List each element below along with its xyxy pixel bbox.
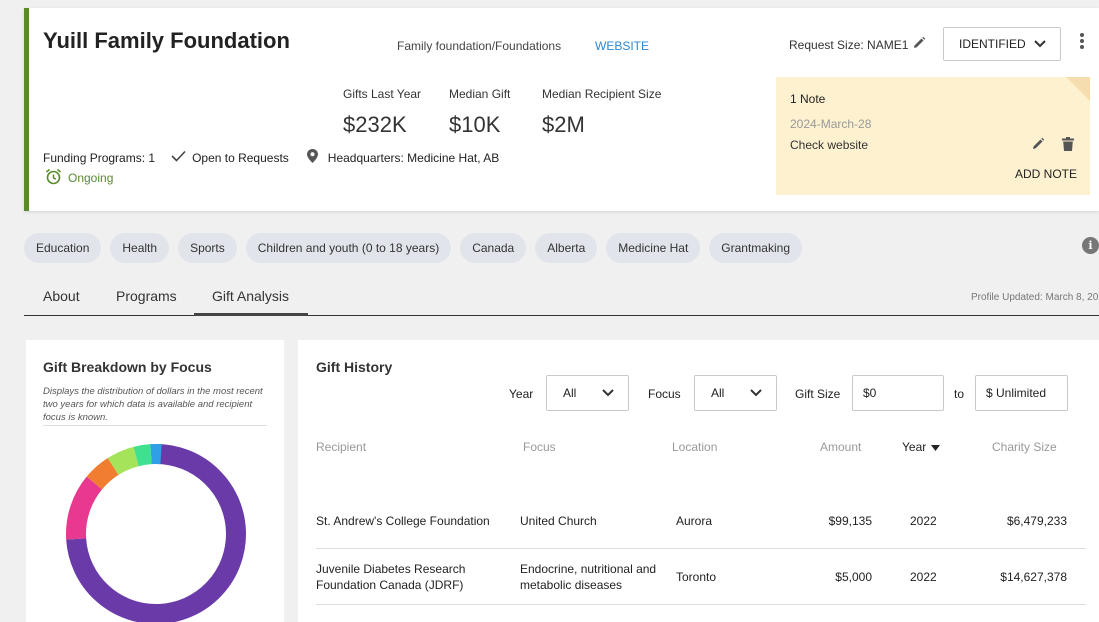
edit-request-size-icon[interactable] [912,36,926,55]
meta-row: Funding Programs: 1 Open to Requests Hea… [43,149,499,166]
stat-value-median-recipient-size: $2M [542,112,585,137]
chevron-down-icon [750,386,762,400]
note-fold [1066,77,1090,101]
open-to-requests: Open to Requests [192,150,289,165]
row-year: 2022 [910,570,937,584]
to-label: to [954,387,965,401]
profile-updated: Profile Updated: March 8, 2024 [971,292,1099,303]
row-location: Toronto [676,570,717,584]
status-select-value: IDENTIFIED [959,37,1026,51]
row-amount: $99,135 [828,514,872,528]
column-header-year-label: Year [902,440,927,454]
divider [43,425,267,426]
request-size: Request Size: NAME1 [789,38,909,52]
stat-label-median-gift: Median Gift [449,87,511,101]
tag-chip[interactable]: Alberta [535,233,598,263]
status-select[interactable]: IDENTIFIED [943,27,1061,61]
row-recipient[interactable]: Juvenile Diabetes Research Foundation Ca… [316,561,506,593]
headquarters: Headquarters: Medicine Hat, AB [327,150,500,165]
profile-tabs: About Programs Gift Analysis [24,276,1099,316]
row-focus: Endocrine, nutritional and metabolic dis… [520,562,657,592]
location-pin-icon [306,149,318,166]
column-header-focus[interactable]: Focus [523,440,556,454]
column-header-amount[interactable]: Amount [820,440,861,454]
note-card: 1 Note 2024-March-28 Check website ADD N… [776,77,1090,195]
column-header-year[interactable]: Year [902,440,941,454]
ongoing-status: Ongoing [45,168,113,188]
stat-value-gifts-last-year: $232K [343,112,407,137]
website-link[interactable]: WEBSITE [595,39,649,53]
year-filter-label: Year [509,387,534,401]
year-filter-value: All [563,386,577,400]
row-amount: $5,000 [835,570,872,584]
focus-filter-select[interactable]: All [694,375,777,411]
add-note-button[interactable]: ADD NOTE [1015,167,1077,181]
tag-chip[interactable]: Medicine Hat [606,233,701,263]
gift-breakdown-panel: Gift Breakdown by Focus Displays the dis… [26,340,284,622]
row-charity-size: $14,627,378 [1000,570,1067,584]
funding-programs: Funding Programs: 1 [43,150,156,165]
info-icon[interactable]: i [1082,237,1099,254]
note-date: 2024-March-28 [790,117,872,131]
gift-breakdown-donut [66,444,246,622]
tag-chip[interactable]: Canada [460,233,527,263]
trash-icon[interactable] [1062,137,1074,156]
gift-history-title: Gift History [316,359,393,375]
donut-segment-3[interactable] [107,446,139,476]
breakdown-title: Gift Breakdown by Focus [43,359,212,375]
year-filter-select[interactable]: All [546,375,629,411]
donut-segment-4[interactable] [133,444,152,467]
ongoing-label: Ongoing [68,171,114,185]
breakdown-description: Displays the distribution of dollars in … [43,386,263,423]
org-type: Family foundation/Foundations [397,39,562,53]
row-divider [316,548,1086,549]
column-header-charity-size[interactable]: Charity Size [992,440,1057,454]
focus-tags: Education Health Sports Children and you… [24,233,802,263]
sort-descending-icon [931,440,941,454]
edit-note-icon[interactable] [1031,137,1045,156]
gift-size-max-input[interactable]: $ Unlimited [975,375,1068,411]
chevron-down-icon [1034,37,1046,51]
column-header-location[interactable]: Location [672,440,717,454]
note-text: Check website [790,138,869,152]
checkmark-icon [171,150,186,165]
org-name: Yuill Family Foundation [43,28,290,53]
more-options-icon[interactable] [1077,33,1087,53]
row-charity-size: $6,479,233 [1006,514,1067,528]
note-count: 1 Note [790,92,826,106]
tab-programs[interactable]: Programs [116,276,177,316]
row-recipient[interactable]: St. Andrew's College Foundation [316,513,506,529]
gift-size-min-input[interactable]: $0 [852,375,944,411]
column-header-recipient[interactable]: Recipient [316,440,366,454]
stat-label-median-recipient-size: Median Recipient Size [542,87,662,101]
chevron-down-icon [602,386,614,400]
tag-chip[interactable]: Education [24,233,102,263]
gift-size-label: Gift Size [795,387,841,401]
row-location: Aurora [676,514,713,528]
tab-gift-analysis[interactable]: Gift Analysis [194,276,308,316]
focus-filter-value: All [711,386,725,400]
stat-value-median-gift: $10K [449,112,501,137]
tag-chip[interactable]: Sports [178,233,237,263]
focus-filter-label: Focus [648,387,681,401]
donut-segment-1[interactable] [66,476,103,540]
gift-history-panel: Gift History Year All Focus All Gift Siz… [298,340,1099,622]
tag-chip[interactable]: Grantmaking [709,233,802,263]
tab-about[interactable]: About [43,276,80,316]
stat-label-gifts-last-year: Gifts Last Year [343,87,422,101]
donut-segment-2[interactable] [86,458,119,490]
tag-chip[interactable]: Children and youth (0 to 18 years) [245,233,452,263]
tag-chip[interactable]: Health [110,233,170,263]
row-focus: United Church [520,514,597,528]
alarm-clock-icon [45,168,62,188]
row-divider [316,604,1086,605]
row-year: 2022 [910,514,937,528]
